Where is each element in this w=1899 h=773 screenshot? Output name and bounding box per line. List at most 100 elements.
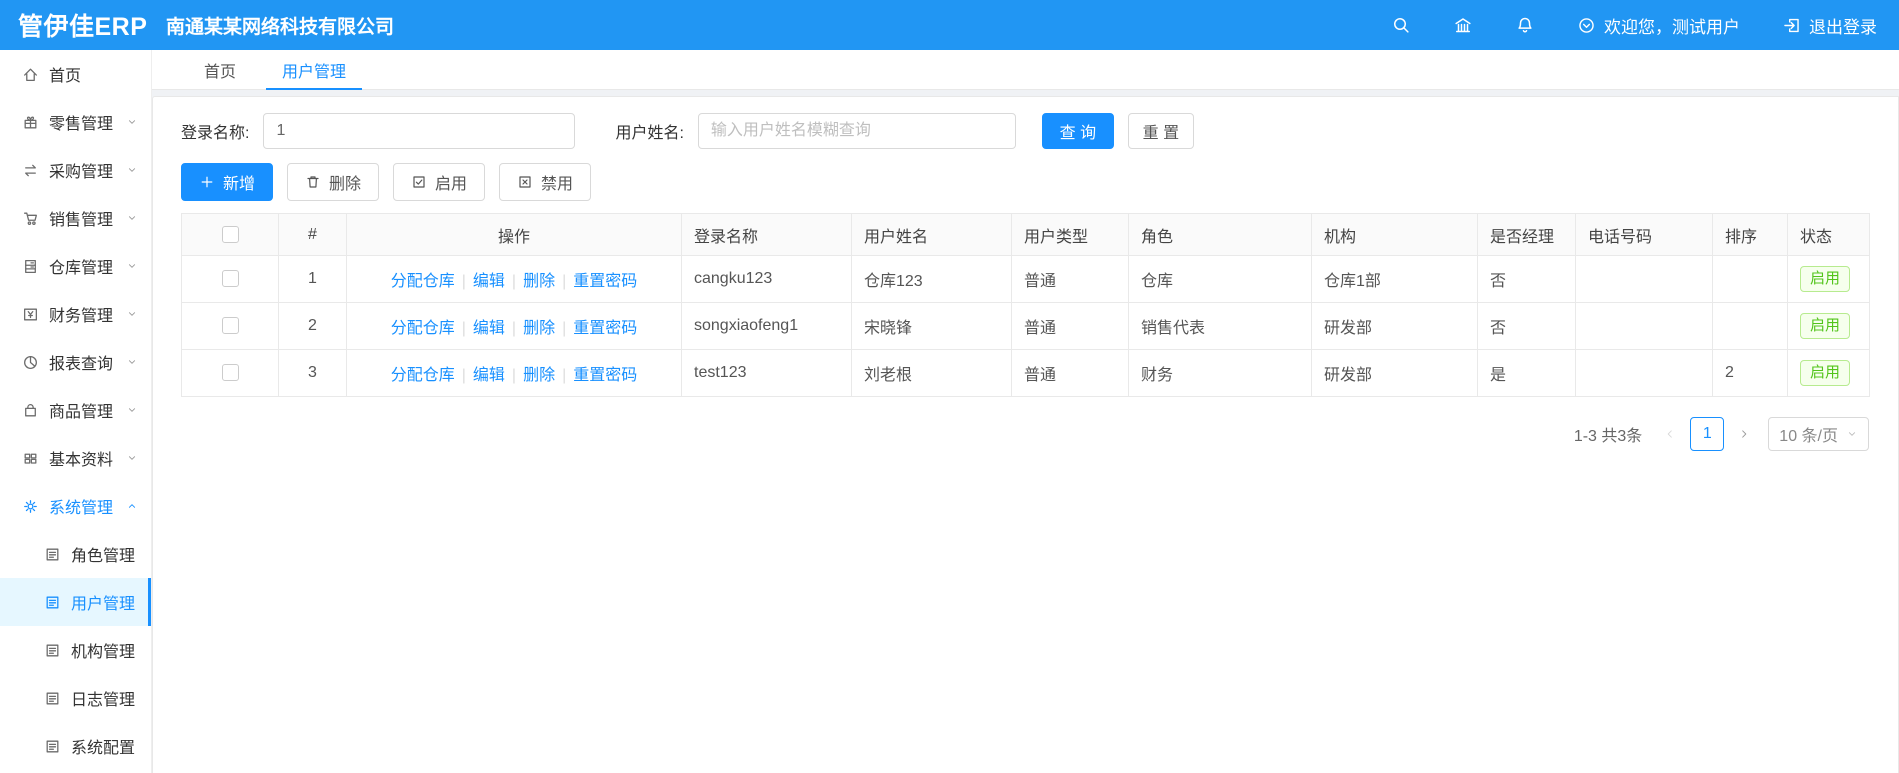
sidebar-item-label: 报表查询 (49, 356, 114, 373)
row-checkbox[interactable] (221, 270, 239, 288)
sidebar-subitem[interactable]: 角色管理 (0, 530, 151, 578)
op-link[interactable]: 分配仓库 (391, 367, 455, 384)
op-link[interactable]: 重置密码 (573, 320, 637, 337)
cell-operations: 分配仓库 | 编辑 | 删除 | 重置密码 (346, 255, 682, 303)
sidebar-item[interactable]: 仓库管理 (0, 242, 151, 290)
current-page-button[interactable]: 1 (1690, 417, 1725, 451)
row-checkbox[interactable] (221, 364, 239, 382)
disable-button[interactable]: 禁用 (499, 163, 592, 201)
status-badge[interactable]: 启用 (1800, 266, 1851, 292)
page-size-select[interactable]: 10 条/页 (1768, 417, 1869, 451)
op-link[interactable]: 编辑 (473, 367, 505, 384)
sidebar-item-label: 机构管理 (71, 644, 136, 661)
reset-button[interactable]: 重 置 (1127, 113, 1194, 149)
user-name-input[interactable] (697, 113, 1016, 149)
sidebar-item[interactable]: 基本资料 (0, 434, 151, 482)
sidebar-item[interactable]: 财务管理 (0, 290, 151, 338)
purchase-icon (22, 162, 39, 179)
sidebar-item[interactable]: 首页 (0, 50, 151, 98)
column-header: # (278, 213, 347, 256)
status-badge[interactable]: 启用 (1800, 313, 1851, 339)
op-link[interactable]: 删除 (523, 320, 555, 337)
sidebar-subitem[interactable]: 用户管理 (0, 578, 151, 626)
table-header-row: # 操作 登录名称 用户姓名 用户类型 角色 机构 是否经理 电话号码 排序 状态 (181, 213, 1870, 256)
sidebar-subitem[interactable]: 机构管理 (0, 626, 151, 674)
enable-button[interactable]: 启用 (393, 163, 486, 201)
row-select-cell (181, 349, 279, 397)
chevron-down-icon (126, 164, 138, 176)
top-header: 管伊佳ERP 南通某某网络科技有限公司 欢迎您，测试用户 退出登录 (0, 0, 1899, 50)
basic-icon (22, 450, 39, 467)
tab-user-management[interactable]: 用户管理 (266, 50, 363, 90)
op-link[interactable]: 删除 (523, 367, 555, 384)
welcome-text: 欢迎您，测试用户 (1604, 17, 1740, 37)
op-link[interactable]: 分配仓库 (391, 320, 455, 337)
column-header: 状态 (1787, 213, 1870, 256)
sidebar-item[interactable]: 采购管理 (0, 146, 151, 194)
sidebar-subitem[interactable]: 日志管理 (0, 674, 151, 722)
user-table: # 操作 登录名称 用户姓名 用户类型 角色 机构 是否经理 电话号码 排序 状态 1 分配仓库 | 编辑… (181, 213, 1870, 397)
login-name-input[interactable] (263, 113, 576, 149)
company-name: 南通某某网络科技有限公司 (166, 16, 395, 38)
sidebar-menu: 首页 零售管理采购管理销售管理 仓库管理财务管理报表查询商品管理 基本资料系统管理角色… (0, 50, 151, 770)
cell-operations: 分配仓库 | 编辑 | 删除 | 重置密码 (346, 349, 682, 397)
sidebar-item[interactable]: 销售管理 (0, 194, 151, 242)
sidebar-item[interactable]: 报表查询 (0, 338, 151, 386)
bank-icon[interactable] (1453, 15, 1473, 35)
sidebar-item-label: 系统配置 (71, 740, 136, 757)
logout-button[interactable]: 退出登录 (1782, 13, 1877, 38)
op-link[interactable]: 分配仓库 (391, 273, 455, 290)
column-header: 排序 (1712, 213, 1788, 256)
op-link[interactable]: 编辑 (473, 320, 505, 337)
link-separator: | (562, 320, 567, 337)
prev-page-button[interactable] (1656, 420, 1684, 448)
column-header: 电话号码 (1575, 213, 1713, 256)
home-icon (22, 66, 39, 83)
user-menu[interactable]: 欢迎您，测试用户 (1577, 13, 1740, 38)
status-badge[interactable]: 启用 (1800, 360, 1851, 386)
op-link[interactable]: 重置密码 (573, 367, 637, 384)
op-link[interactable]: 删除 (523, 273, 555, 290)
login-name-label: 登录名称: (181, 125, 250, 142)
delete-button[interactable]: 删除 (287, 163, 380, 201)
table-row: 3 分配仓库 | 编辑 | 删除 | 重置密码 test123 刘老根 普通 财务 研发部是 2 启用 (181, 349, 1870, 397)
delete-label: 删除 (329, 176, 362, 193)
add-button[interactable]: 新增 (181, 163, 274, 201)
sidebar-item[interactable]: 系统管理 (0, 482, 151, 530)
logout-label: 退出登录 (1809, 17, 1877, 37)
sidebar-subitem[interactable]: 系统配置 (0, 722, 151, 770)
user-name-label: 用户姓名: (615, 125, 684, 142)
sidebar-item-label: 系统管理 (49, 500, 114, 517)
row-checkbox[interactable] (221, 317, 239, 335)
column-header: 是否经理 (1477, 213, 1576, 256)
query-button[interactable]: 查 询 (1041, 113, 1114, 149)
bell-icon[interactable] (1515, 15, 1535, 35)
cell-role: 仓库 (1128, 255, 1312, 303)
column-header: 用户姓名 (851, 213, 1012, 256)
link-separator: | (461, 320, 466, 337)
sidebar-item-label: 财务管理 (49, 308, 114, 325)
tab-home[interactable]: 首页 (188, 50, 252, 89)
sidebar-item[interactable]: 零售管理 (0, 98, 151, 146)
cell-manager: 否 (1477, 255, 1576, 303)
plus-icon (199, 174, 215, 190)
tab-label: 用户管理 (282, 63, 347, 81)
search-icon[interactable] (1391, 15, 1411, 35)
sidebar-item-label: 采购管理 (49, 164, 114, 181)
cell-phone (1575, 255, 1713, 303)
chevron-down-icon (126, 260, 138, 272)
op-link[interactable]: 重置密码 (573, 273, 637, 290)
next-page-button[interactable] (1730, 420, 1758, 448)
cell-org: 研发部 (1311, 302, 1478, 350)
select-all-checkbox[interactable] (221, 225, 239, 243)
chevron-down-icon (126, 356, 138, 368)
cell-login: cangku123 (681, 255, 852, 303)
sales-icon (22, 210, 39, 227)
cell-sort (1712, 255, 1788, 303)
chevron-down-icon (126, 308, 138, 320)
op-link[interactable]: 编辑 (473, 273, 505, 290)
sidebar-item[interactable]: 商品管理 (0, 386, 151, 434)
cell-org: 仓库1部 (1311, 255, 1478, 303)
link-separator: | (511, 320, 517, 337)
cell-role: 财务 (1128, 349, 1312, 397)
